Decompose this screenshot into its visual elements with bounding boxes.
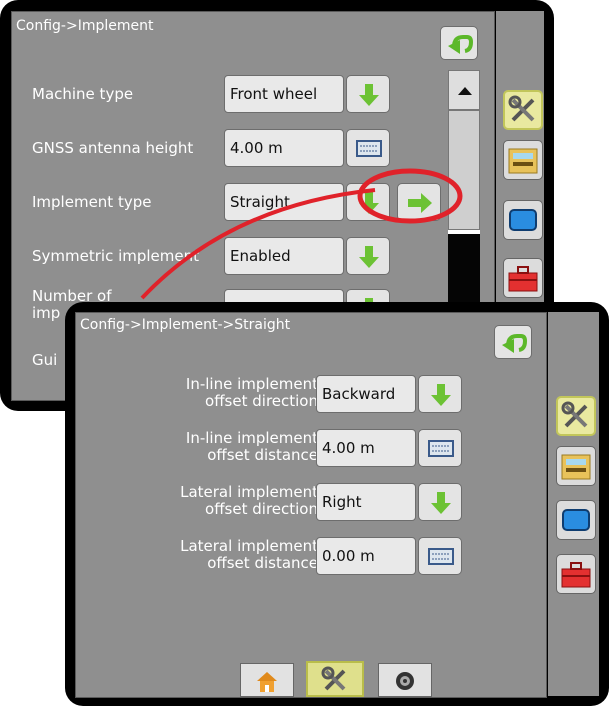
implement-type-label: Implement type xyxy=(32,193,152,211)
inline-offset-distance-value[interactable]: 4.00 m xyxy=(316,429,416,467)
down-arrow-icon xyxy=(359,192,379,214)
straight-screen: Config->Implement->Straight In-line impl… xyxy=(65,302,609,706)
gnss-antenna-height-label: GNSS antenna height xyxy=(32,139,194,157)
down-arrow-icon xyxy=(359,84,379,106)
config-tab[interactable] xyxy=(306,661,364,697)
scrollbar[interactable] xyxy=(448,70,480,310)
settings-tab[interactable] xyxy=(378,663,432,697)
guidance-label: Gui xyxy=(32,351,58,369)
machine-type-dropdown-button[interactable] xyxy=(346,75,390,113)
straight-panel: Config->Implement->Straight In-line impl… xyxy=(75,312,547,698)
tools-sidebar-button[interactable] xyxy=(556,396,596,436)
toolbox-icon xyxy=(508,266,538,292)
home-icon xyxy=(257,672,277,692)
inline-offset-distance-label: In-line implement offset distance xyxy=(185,429,318,464)
back-arrow-icon xyxy=(448,35,474,54)
back-button[interactable] xyxy=(494,325,532,359)
console-icon xyxy=(561,454,591,480)
lateral-offset-direction-value[interactable]: Right xyxy=(316,483,416,521)
machine-type-value[interactable]: Front wheel xyxy=(224,75,344,113)
inline-offset-distance-keyboard-button[interactable] xyxy=(418,429,462,467)
display-icon xyxy=(562,509,590,531)
console-sidebar-button[interactable] xyxy=(556,446,596,486)
symmetric-implement-label: Symmetric implement xyxy=(32,247,200,265)
lateral-offset-direction-label: Lateral implement offset direction xyxy=(180,483,318,518)
implement-type-dropdown-button[interactable] xyxy=(346,183,390,221)
settings-icon xyxy=(396,672,414,690)
machine-type-label: Machine type xyxy=(32,85,134,103)
gnss-antenna-keyboard-button[interactable] xyxy=(346,129,390,167)
console-icon xyxy=(508,148,538,174)
symmetric-implement-value[interactable]: Enabled xyxy=(224,237,344,275)
implement-type-next-button[interactable] xyxy=(397,183,441,221)
breadcrumb: Config->Implement xyxy=(16,18,154,34)
toolbox-sidebar-button[interactable] xyxy=(556,554,596,594)
inline-offset-direction-value[interactable]: Backward xyxy=(316,375,416,413)
implement-type-value[interactable]: Straight xyxy=(224,183,344,221)
scroll-thumb[interactable] xyxy=(448,110,480,230)
keyboard-icon xyxy=(428,548,454,565)
lateral-offset-distance-label: Lateral implement offset distance xyxy=(180,537,318,572)
console-sidebar-button[interactable] xyxy=(503,140,543,180)
toolbox-sidebar-button[interactable] xyxy=(503,258,543,298)
tools-icon xyxy=(561,401,588,428)
keyboard-icon xyxy=(356,140,382,157)
down-arrow-icon xyxy=(431,492,451,514)
back-button[interactable] xyxy=(440,26,478,60)
display-sidebar-button[interactable] xyxy=(556,500,596,540)
breadcrumb: Config->Implement->Straight xyxy=(80,317,291,333)
down-arrow-icon xyxy=(431,384,451,406)
toolbox-icon xyxy=(561,562,591,588)
keyboard-icon xyxy=(428,440,454,457)
right-arrow-icon xyxy=(408,193,432,213)
gnss-antenna-height-value[interactable]: 4.00 m xyxy=(224,129,344,167)
number-of-label-line2: imp xyxy=(32,304,61,322)
tools-icon xyxy=(321,666,346,691)
tools-sidebar-button[interactable] xyxy=(503,90,543,130)
back-arrow-icon xyxy=(502,334,528,353)
lateral-offset-distance-value[interactable]: 0.00 m xyxy=(316,537,416,575)
lateral-offset-distance-keyboard-button[interactable] xyxy=(418,537,462,575)
scroll-track xyxy=(448,234,480,310)
inline-offset-direction-dropdown-button[interactable] xyxy=(418,375,462,413)
display-sidebar-button[interactable] xyxy=(503,200,543,240)
down-arrow-icon xyxy=(359,246,379,268)
home-tab[interactable] xyxy=(240,663,294,697)
symmetric-implement-dropdown-button[interactable] xyxy=(346,237,390,275)
display-icon xyxy=(509,209,537,231)
scroll-up-button[interactable] xyxy=(448,70,480,110)
lateral-offset-direction-dropdown-button[interactable] xyxy=(418,483,462,521)
scroll-up-icon xyxy=(458,87,472,95)
inline-offset-direction-label: In-line implement offset direction xyxy=(185,375,318,410)
tools-icon xyxy=(508,95,535,122)
